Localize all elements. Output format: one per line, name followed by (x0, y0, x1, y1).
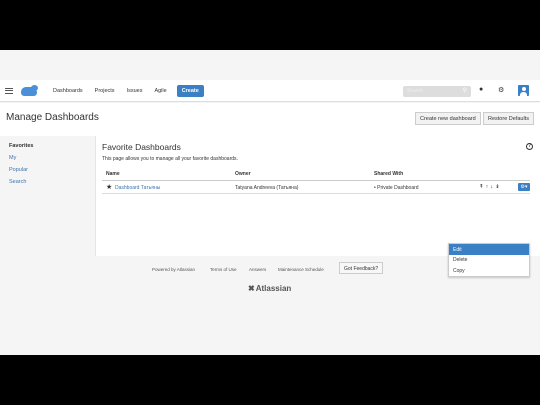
gear-icon[interactable]: ⚙ (498, 86, 504, 94)
sidebar-item-search[interactable]: Search (9, 179, 26, 185)
footer-link-maintenance[interactable]: Maintenance Schedule (278, 267, 324, 272)
notifications-icon[interactable]: ● (479, 86, 483, 93)
search-input[interactable]: Search ⚲ (403, 86, 471, 97)
favorite-star-icon[interactable]: ★ (106, 183, 112, 191)
shared-with-value: Private Dashboard (377, 185, 419, 191)
app-switcher-icon[interactable] (5, 87, 13, 94)
move-top-icon[interactable]: ↟ (479, 184, 486, 190)
nav-agile[interactable]: Agile (154, 88, 166, 94)
sidebar-item-my[interactable]: My (9, 155, 16, 161)
footer-link-terms[interactable]: Terms of Use (210, 267, 237, 272)
section-description: This page allows you to manage all your … (102, 156, 238, 162)
restore-defaults-button[interactable]: Restore Defaults (483, 112, 534, 125)
column-header-name[interactable]: Name (106, 171, 120, 177)
atlassian-mark-icon: ✖ (248, 284, 255, 293)
jira-window: Dashboards Projects Issues Agile Create … (0, 50, 540, 355)
search-icon: ⚲ (462, 88, 467, 94)
footer-link-answers[interactable]: Answers (249, 267, 266, 272)
jira-logo[interactable] (19, 85, 39, 96)
nav-projects[interactable]: Projects (95, 88, 115, 94)
create-new-dashboard-button[interactable]: Create new dashboard (415, 112, 481, 125)
help-icon[interactable]: ? (526, 143, 533, 150)
atlassian-wordmark: Atlassian (255, 284, 292, 293)
shared-with: • Private Dashboard (374, 185, 419, 191)
footer-link-powered[interactable]: Powered by Atlassian (152, 267, 195, 272)
column-header-shared: Shared With (374, 171, 404, 177)
dashboard-name-link[interactable]: Dashboard Татьяны (115, 185, 160, 191)
feedback-button[interactable]: Got Feedback? (339, 262, 384, 274)
menu-item-edit[interactable]: Edit (449, 244, 529, 255)
section-title: Favorite Dashboards (102, 142, 181, 152)
avatar[interactable] (518, 85, 529, 96)
create-button[interactable]: Create (176, 84, 204, 97)
atlassian-logo[interactable]: ✖ Atlassian (248, 284, 291, 293)
move-bottom-icon[interactable]: ↡ (495, 184, 502, 190)
main-content: Favorite Dashboards This page allows you… (96, 136, 540, 256)
page-title: Manage Dashboards (6, 112, 99, 123)
search-placeholder: Search (407, 88, 423, 94)
reorder-arrows: ↟↑↓↡ (479, 184, 502, 190)
column-header-owner[interactable]: Owner (235, 171, 251, 177)
nav-issues[interactable]: Issues (127, 88, 143, 94)
row-actions-gear-button[interactable]: ⚙▾ (518, 183, 530, 191)
sidebar: Favorites My Popular Search (0, 136, 96, 256)
nav-dashboards[interactable]: Dashboards (53, 88, 83, 94)
sidebar-item-popular[interactable]: Popular (9, 167, 28, 173)
sidebar-title: Favorites (9, 143, 34, 149)
footer: Powered by Atlassian Terms of Use Answer… (0, 262, 540, 322)
table-row: ★ Dashboard Татьяны Tatyana Andreeva (Та… (102, 181, 530, 194)
dashboard-owner: Tatyana Andreeva (Татьяна) (235, 185, 299, 191)
top-navigation: Dashboards Projects Issues Agile Create … (0, 80, 540, 102)
